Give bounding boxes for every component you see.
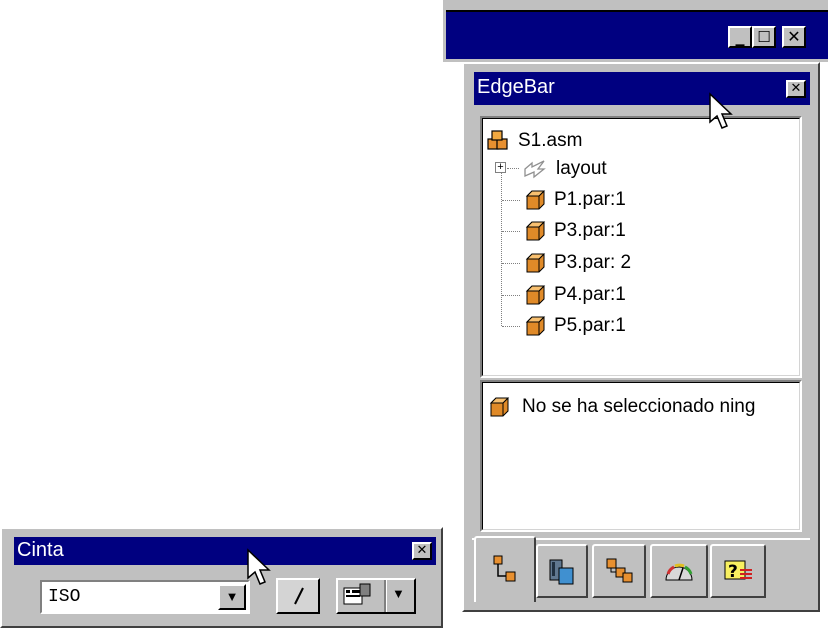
measure-button[interactable] xyxy=(276,578,320,614)
assembly-pathfinder-icon xyxy=(493,555,516,582)
properties-button[interactable]: ▼ xyxy=(336,578,416,614)
tree-connector xyxy=(502,263,520,264)
edgebar-close-button[interactable]: ✕ xyxy=(786,80,806,98)
tree-connector xyxy=(502,200,520,201)
pencil-icon xyxy=(294,587,304,605)
help-icon: ? xyxy=(724,560,752,582)
sensor-icon xyxy=(665,563,693,581)
edgebar-title: EdgeBar xyxy=(477,76,555,98)
tree-item-part[interactable]: P5.par:1 xyxy=(524,311,626,341)
cinta-close-button[interactable]: ✕ xyxy=(412,542,432,560)
expand-toggle[interactable]: + xyxy=(495,162,506,173)
mouse-cursor-icon xyxy=(709,92,733,129)
standard-select[interactable]: ISO ▼ xyxy=(40,580,250,614)
minimize-button[interactable]: _ xyxy=(728,26,752,48)
layout-icon xyxy=(524,160,546,179)
chevron-down-icon: ▼ xyxy=(225,589,239,604)
selection-text: No se ha seleccionado ning xyxy=(522,396,756,417)
part-cube-icon xyxy=(489,397,510,417)
dropdown-arrow-button[interactable]: ▼ xyxy=(218,584,246,610)
tree-root-label: S1.asm xyxy=(518,130,583,151)
cinta-title-bar[interactable] xyxy=(14,537,436,565)
tree-item-part[interactable]: P1.par:1 xyxy=(524,185,626,215)
tree-connector xyxy=(501,162,502,326)
button-divider xyxy=(384,580,387,612)
tree-connector xyxy=(502,295,520,296)
tab-sensor[interactable] xyxy=(650,544,708,598)
standard-select-value: ISO xyxy=(48,587,81,607)
library-icon xyxy=(549,559,574,585)
tree-connector xyxy=(507,168,519,169)
tab-parts[interactable] xyxy=(592,544,646,598)
app-title-bar[interactable]: _ ☐ ✕ xyxy=(446,10,828,59)
part-cube-icon xyxy=(525,190,546,210)
part-cube-icon xyxy=(525,221,546,241)
maximize-button[interactable]: ☐ xyxy=(752,26,776,48)
assembly-icon xyxy=(487,130,508,150)
selection-info-panel: No se ha seleccionado ning xyxy=(480,380,802,532)
menu-arrow-icon: ▼ xyxy=(392,586,405,601)
window-close-button[interactable]: ✕ xyxy=(782,26,806,48)
part-cube-icon xyxy=(525,253,546,273)
cinta-title: Cinta xyxy=(17,539,64,561)
tab-pathfinder[interactable] xyxy=(474,536,536,602)
mouse-cursor-icon xyxy=(247,548,271,585)
assembly-tree-panel[interactable]: S1.asm + layout P1.par:1 P3.par:1 P3.par… xyxy=(480,116,802,378)
selection-info-row: No se ha seleccionado ning xyxy=(488,392,755,422)
maximize-icon: ☐ xyxy=(757,28,771,46)
tree-item-layout[interactable]: layout xyxy=(522,154,607,184)
tree-root[interactable]: S1.asm xyxy=(486,126,582,156)
svg-text:?: ? xyxy=(728,562,738,582)
part-cube-icon xyxy=(525,316,546,336)
tab-help[interactable]: ? xyxy=(710,544,766,598)
tree-connector xyxy=(502,326,520,327)
part-cube-icon xyxy=(525,285,546,305)
tree-item-part[interactable]: P3.par: 2 xyxy=(524,248,631,278)
tab-library[interactable] xyxy=(536,544,588,598)
properties-icon xyxy=(343,583,371,605)
tree-connector xyxy=(502,231,520,232)
parts-icon xyxy=(606,558,633,583)
tree-item-part[interactable]: P3.par:1 xyxy=(524,216,626,246)
tree-item-part[interactable]: P4.par:1 xyxy=(524,280,626,310)
